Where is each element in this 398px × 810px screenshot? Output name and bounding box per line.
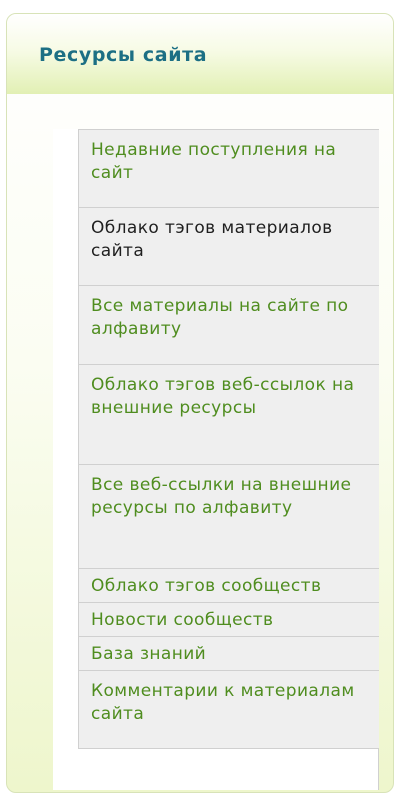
menu-item-label[interactable]: База знаний — [91, 644, 206, 664]
menu-item-label[interactable]: Облако тэгов сообществ — [91, 576, 321, 596]
resources-menu: Недавние поступления на сайт Облако тэго… — [78, 129, 379, 749]
menu-item-label[interactable]: Облако тэгов веб-ссылок на внешние ресур… — [91, 375, 354, 418]
menu-item-communities-tag-cloud[interactable]: Облако тэгов сообществ — [79, 569, 379, 603]
menu-item-label[interactable]: Все материалы на сайте по алфавиту — [91, 296, 348, 339]
menu-item-weblinks-tag-cloud[interactable]: Облако тэгов веб-ссылок на внешние ресур… — [79, 365, 379, 465]
menu-item-materials-alphabetical[interactable]: Все материалы на сайте по алфавиту — [79, 286, 379, 365]
menu-item-label[interactable]: Недавние поступления на сайт — [91, 140, 336, 183]
menu-item-community-news[interactable]: Новости сообществ — [79, 603, 379, 637]
menu-item-weblinks-alphabetical[interactable]: Все веб-ссылки на внешние ресурсы по алф… — [79, 465, 379, 569]
menu-item-knowledge-base[interactable]: База знаний — [79, 637, 379, 671]
menu-item-site-comments[interactable]: Комментарии к материалам сайта — [79, 671, 379, 749]
menu-item-label[interactable]: Комментарии к материалам сайта — [91, 681, 355, 724]
menu-item-label[interactable]: Новости сообществ — [91, 610, 273, 630]
menu-item-recent-posts[interactable]: Недавние поступления на сайт — [79, 130, 379, 208]
menu-item-label[interactable]: Все веб-ссылки на внешние ресурсы по алф… — [91, 475, 351, 518]
site-resources-block: Ресурсы сайта Недавние поступления на са… — [6, 13, 394, 793]
block-title: Ресурсы сайта — [39, 44, 208, 66]
menu-item-materials-tag-cloud[interactable]: Облако тэгов материалов сайта — [79, 208, 379, 286]
menu-container: Недавние поступления на сайт Облако тэго… — [53, 129, 379, 790]
block-header: Ресурсы сайта — [7, 14, 393, 94]
menu-item-label[interactable]: Облако тэгов материалов сайта — [91, 218, 333, 261]
